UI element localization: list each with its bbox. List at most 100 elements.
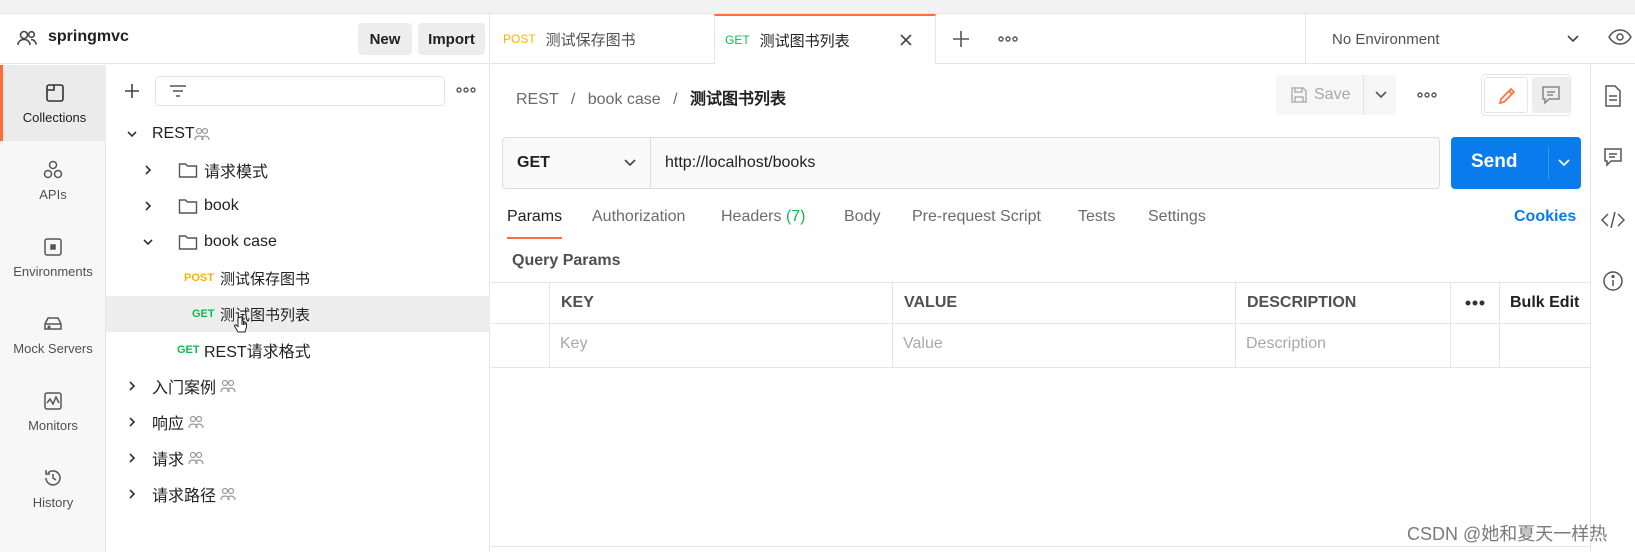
collection-label: REST xyxy=(152,125,195,142)
folder-row[interactable]: book xyxy=(106,188,490,224)
folder-icon xyxy=(178,233,198,251)
info-icon[interactable] xyxy=(1602,270,1624,292)
collection-row[interactable]: 请求路径 xyxy=(106,476,490,512)
send-button[interactable]: Send xyxy=(1451,137,1581,189)
new-tab-icon[interactable] xyxy=(951,29,971,49)
more-options-icon[interactable] xyxy=(456,86,476,94)
column-options-icon[interactable] xyxy=(1465,299,1485,307)
chevron-down-icon xyxy=(1566,33,1580,45)
left-rail: Collections APIs Environments Mock Serve… xyxy=(0,65,106,552)
breadcrumb-collection[interactable]: REST xyxy=(516,91,558,108)
divider xyxy=(1363,75,1364,115)
rail-mock-servers[interactable]: Mock Servers xyxy=(0,296,106,372)
folder-icon xyxy=(178,197,198,215)
shared-icon xyxy=(188,415,204,429)
tab-method: GET xyxy=(725,33,750,47)
request-label: REST请求格式 xyxy=(204,344,311,361)
folder-icon xyxy=(178,161,198,179)
request-row-selected[interactable]: GET 测试图书列表 xyxy=(106,296,490,333)
param-description-input[interactable] xyxy=(1246,331,1576,357)
save-button[interactable]: Save xyxy=(1276,75,1396,115)
mock-servers-icon xyxy=(42,313,64,335)
breadcrumb-folder[interactable]: book case xyxy=(588,91,661,108)
method-badge: GET xyxy=(192,308,215,320)
table-col-divider xyxy=(892,282,893,368)
tab-tests[interactable]: Tests xyxy=(1078,208,1115,226)
param-value-input[interactable] xyxy=(903,331,1223,357)
collection-row[interactable]: 响应 xyxy=(106,404,490,440)
tab-params[interactable]: Params xyxy=(507,208,562,226)
edit-mode-button[interactable] xyxy=(1484,77,1528,113)
folder-label: 请求模式 xyxy=(204,164,269,181)
tab-pre-request-script[interactable]: Pre-request Script xyxy=(912,208,1041,226)
method-select[interactable]: GET xyxy=(503,138,651,188)
table-col-divider xyxy=(549,282,550,368)
comment-mode-button[interactable] xyxy=(1532,77,1570,113)
workspace-name: springmvc xyxy=(48,28,129,45)
url-input[interactable] xyxy=(652,138,1439,188)
shared-icon xyxy=(194,127,210,141)
chevron-down-icon xyxy=(623,157,637,169)
rail-monitors[interactable]: Monitors xyxy=(0,373,106,449)
table-row-divider xyxy=(491,323,1590,324)
request-row[interactable]: GET REST请求格式 xyxy=(106,332,490,368)
tab-request-get[interactable]: GET 测试图书列表 xyxy=(714,14,936,64)
chevron-down-icon xyxy=(126,128,138,140)
breadcrumb-separator: / xyxy=(570,91,576,108)
rail-label: Collections xyxy=(22,109,87,125)
tab-settings[interactable]: Settings xyxy=(1148,208,1206,226)
tab-headers[interactable]: Headers (7) xyxy=(721,208,806,226)
tab-request-post[interactable]: POST 测试保存图书 xyxy=(491,14,713,64)
eye-icon[interactable] xyxy=(1608,28,1632,46)
chevron-right-icon xyxy=(126,452,138,464)
headers-count: (7) xyxy=(785,208,806,225)
documentation-icon[interactable] xyxy=(1604,85,1622,107)
rail-environments[interactable]: Environments xyxy=(0,219,106,295)
chevron-right-icon xyxy=(142,200,154,212)
chevron-down-icon[interactable] xyxy=(1374,89,1388,101)
folder-row[interactable]: 请求模式 xyxy=(106,152,490,188)
add-collection-icon[interactable] xyxy=(122,81,142,101)
tab-options-icon[interactable] xyxy=(998,35,1018,43)
new-button[interactable]: New xyxy=(358,23,412,55)
rail-label: Mock Servers xyxy=(13,340,93,356)
environment-select[interactable]: No Environment xyxy=(1305,14,1605,64)
monitors-icon xyxy=(42,390,64,412)
column-header-description: DESCRIPTION xyxy=(1247,294,1357,311)
cookies-link[interactable]: Cookies xyxy=(1514,208,1576,226)
import-button[interactable]: Import xyxy=(418,23,485,55)
response-divider xyxy=(491,546,1590,547)
column-header-value: VALUE xyxy=(904,294,958,311)
watermark: CSDN @她和夏天一样热 xyxy=(1407,524,1608,544)
active-tab-indicator xyxy=(507,237,562,239)
team-icon xyxy=(16,27,38,49)
collections-icon xyxy=(44,82,66,104)
comment-icon xyxy=(1541,85,1561,105)
collection-row[interactable]: 请求 xyxy=(106,440,490,476)
tab-authorization[interactable]: Authorization xyxy=(592,208,685,226)
method-badge: GET xyxy=(177,344,200,356)
code-icon[interactable] xyxy=(1601,211,1625,229)
breadcrumb: REST / book case / 测试图书列表 xyxy=(516,85,786,109)
comments-icon[interactable] xyxy=(1603,147,1623,167)
folder-row[interactable]: book case xyxy=(106,224,490,260)
bulk-edit-button[interactable]: Bulk Edit xyxy=(1510,294,1579,312)
folder-label: book xyxy=(204,197,239,214)
request-options-icon[interactable] xyxy=(1417,91,1437,99)
close-icon[interactable] xyxy=(899,33,913,47)
environment-value: No Environment xyxy=(1332,30,1440,48)
rail-history[interactable]: History xyxy=(0,450,106,526)
rail-apis[interactable]: APIs xyxy=(0,142,106,218)
collection-row[interactable]: 入门案例 xyxy=(106,368,490,404)
collection-filter-input[interactable] xyxy=(155,76,445,106)
param-key-input[interactable] xyxy=(560,331,880,357)
divider xyxy=(1548,147,1549,179)
request-row[interactable]: POST 测试保存图书 xyxy=(106,260,490,296)
tab-body[interactable]: Body xyxy=(844,208,880,226)
chevron-down-icon[interactable] xyxy=(1557,157,1571,169)
chevron-right-icon xyxy=(126,380,138,392)
collection-rest[interactable]: REST xyxy=(106,116,490,152)
rail-collections[interactable]: Collections xyxy=(0,65,106,141)
rail-label: Environments xyxy=(13,263,93,279)
tab-label: 测试图书列表 xyxy=(759,32,850,50)
